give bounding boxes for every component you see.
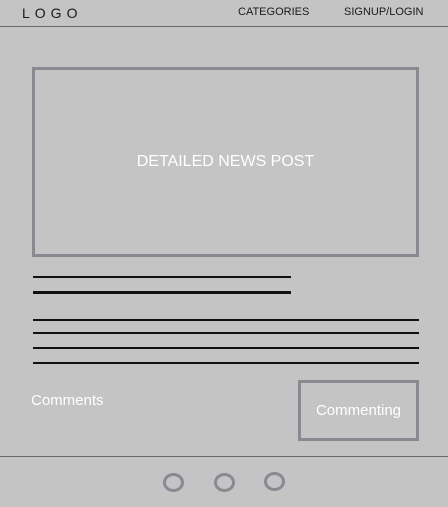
- nav-categories-link[interactable]: CATEGORIES: [238, 6, 309, 18]
- news-post-placeholder[interactable]: DETAILED NEWS POST: [32, 67, 419, 257]
- nav-signup-login-link[interactable]: SIGNUP/LOGIN: [344, 6, 423, 18]
- news-post-label: DETAILED NEWS POST: [136, 153, 315, 170]
- post-body-line: [33, 332, 419, 334]
- logo[interactable]: LOGO: [22, 5, 82, 21]
- pagination-dot[interactable]: [264, 472, 285, 491]
- commenting-label: Commenting: [315, 402, 402, 419]
- post-body-line: [33, 362, 419, 364]
- comments-heading: Comments: [31, 392, 104, 409]
- footer: [0, 456, 448, 507]
- pagination-dot[interactable]: [163, 473, 184, 492]
- post-title-line: [33, 291, 291, 294]
- post-body-line: [33, 347, 419, 349]
- commenting-input[interactable]: Commenting: [298, 380, 419, 441]
- header: LOGO CATEGORIES SIGNUP/LOGIN: [0, 0, 448, 27]
- pagination-dot[interactable]: [214, 473, 235, 492]
- post-title-line: [33, 276, 291, 278]
- post-body-line: [33, 319, 419, 321]
